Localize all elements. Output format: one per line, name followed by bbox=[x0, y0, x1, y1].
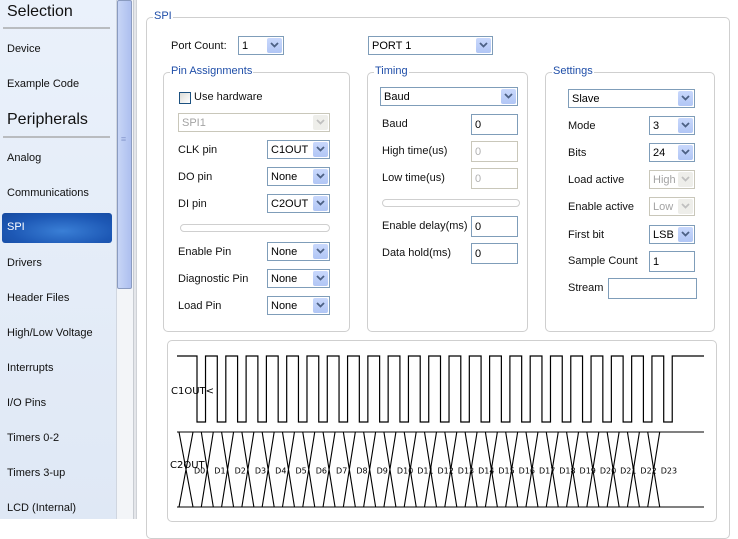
bit-label: D10 bbox=[397, 467, 413, 476]
bit-label: D16 bbox=[519, 467, 535, 476]
bit-label: D21 bbox=[620, 467, 636, 476]
data-signal-label: C2OUT bbox=[170, 460, 206, 471]
spi-waveform: D0 D1 D2 D3 D4 D5 D6 D7 D8 D9 D10 D11 D12 D13 D14 D15 D1… bbox=[170, 355, 704, 508]
bit-label: D19 bbox=[580, 467, 596, 476]
bit-label: D8 bbox=[356, 467, 367, 476]
bit-label: D3 bbox=[255, 467, 266, 476]
bit-labels: D0 D1 D2 D3 D4 D5 D6 D7 D8 D9 D10 D11 D12 D13 D14 D15 D1… bbox=[194, 467, 677, 476]
bit-label: D5 bbox=[295, 467, 306, 476]
bit-label: D9 bbox=[377, 467, 388, 476]
bit-label: D23 bbox=[661, 467, 677, 476]
bit-label: D11 bbox=[417, 467, 433, 476]
bit-label: D13 bbox=[458, 467, 474, 476]
bit-label: D7 bbox=[336, 467, 347, 476]
bit-label: D1 bbox=[214, 467, 225, 476]
bit-label: D17 bbox=[539, 467, 555, 476]
bit-label: D12 bbox=[438, 467, 454, 476]
bit-label: D2 bbox=[235, 467, 246, 476]
clock-signal-label: C1OUT< bbox=[171, 386, 214, 397]
bit-label: D20 bbox=[600, 467, 616, 476]
bit-label: D6 bbox=[316, 467, 327, 476]
bit-label: D22 bbox=[640, 467, 656, 476]
bit-label: D4 bbox=[275, 467, 286, 476]
clock-trace bbox=[177, 355, 704, 423]
bit-label: D15 bbox=[498, 467, 514, 476]
bit-label: D18 bbox=[559, 467, 575, 476]
bit-label: D14 bbox=[478, 467, 494, 476]
clock-waveform bbox=[177, 355, 704, 423]
